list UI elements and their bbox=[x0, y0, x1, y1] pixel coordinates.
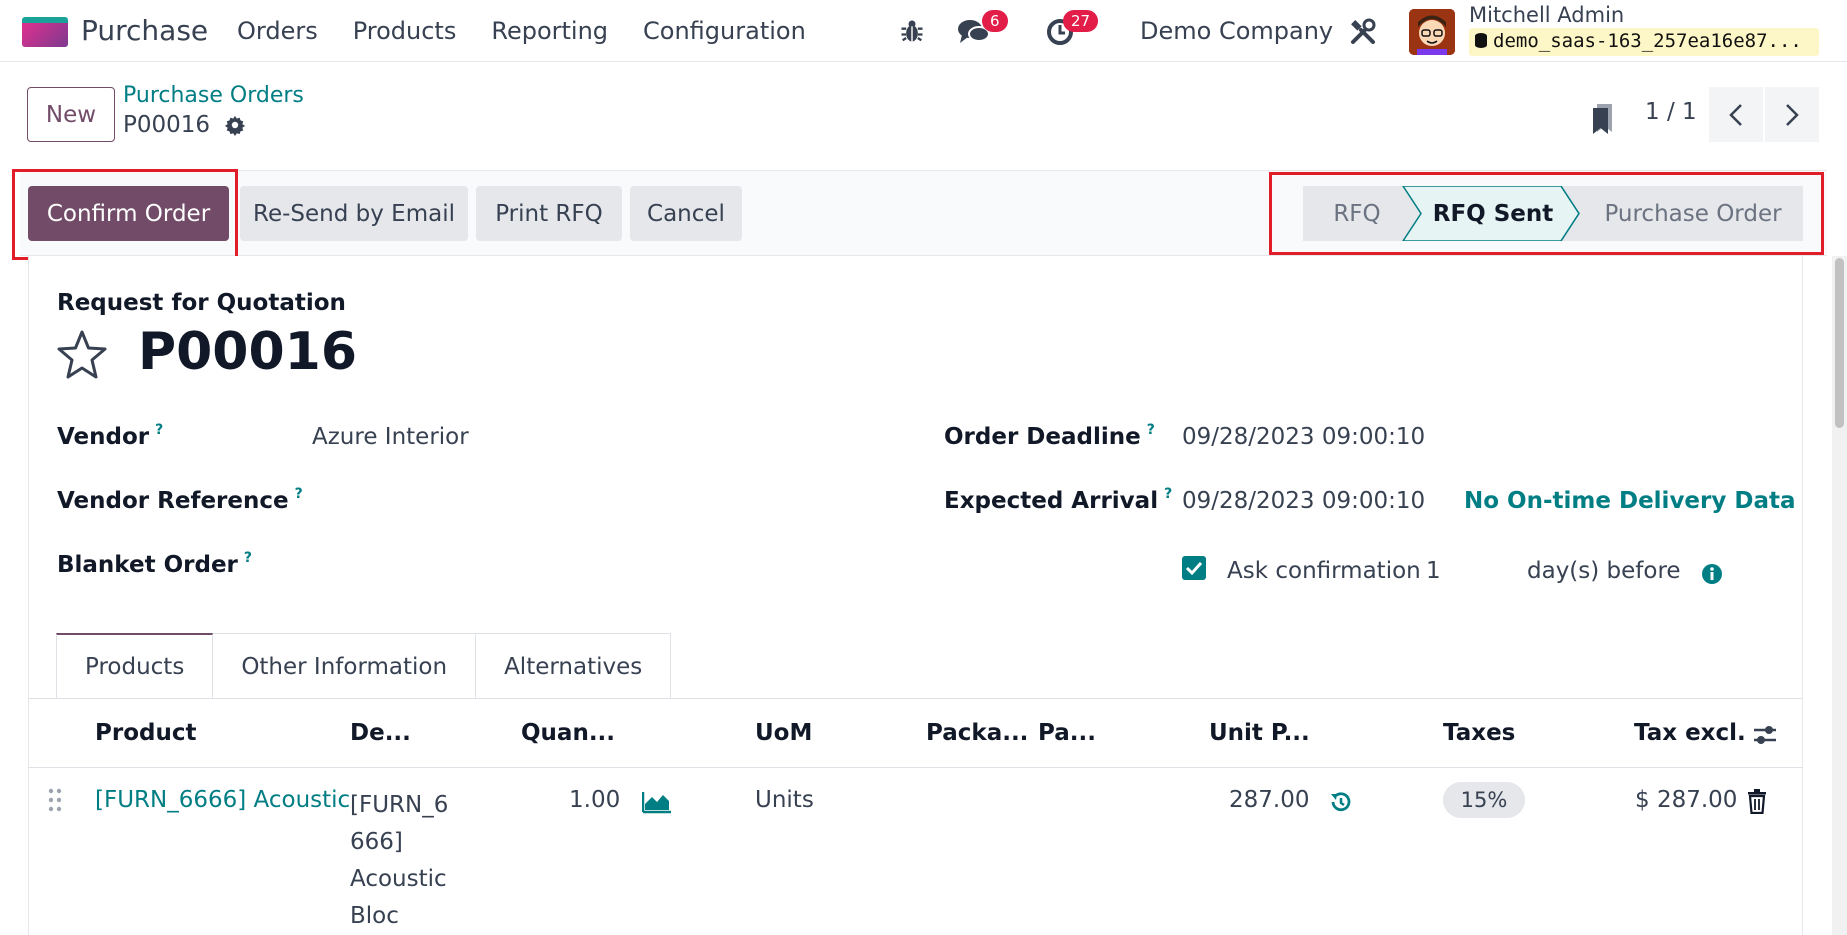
row-quantity[interactable]: 1.00 bbox=[569, 787, 620, 813]
top-navbar: Purchase Orders Products Reporting Confi… bbox=[0, 0, 1847, 62]
user-name[interactable]: Mitchell Admin bbox=[1469, 3, 1624, 27]
notebook-tabs: Products Other Information Alternatives bbox=[56, 633, 672, 699]
column-unit-price[interactable]: Unit P... bbox=[1209, 720, 1310, 746]
order-deadline-label: Order Deadline? bbox=[944, 422, 1155, 450]
tab-products[interactable]: Products bbox=[56, 633, 214, 699]
scrollbar-thumb[interactable] bbox=[1835, 258, 1844, 428]
column-packaging[interactable]: Packa... bbox=[926, 720, 1028, 746]
menu-reporting[interactable]: Reporting bbox=[491, 17, 608, 45]
pager-next-button[interactable] bbox=[1765, 87, 1819, 142]
user-avatar[interactable] bbox=[1409, 9, 1455, 55]
pager-previous-button[interactable] bbox=[1709, 87, 1763, 142]
print-rfq-button[interactable]: Print RFQ bbox=[476, 186, 622, 241]
main-menu: Orders Products Reporting Configuration bbox=[237, 17, 841, 45]
app-name[interactable]: Purchase bbox=[81, 14, 208, 47]
column-taxes[interactable]: Taxes bbox=[1443, 720, 1515, 746]
highlight-stages bbox=[1269, 172, 1824, 255]
drag-handle-icon[interactable] bbox=[48, 788, 62, 812]
row-description[interactable]: [FURN_6 666] Acoustic Bloc bbox=[350, 787, 448, 935]
menu-configuration[interactable]: Configuration bbox=[643, 17, 806, 45]
column-tax-excl[interactable]: Tax excl. bbox=[1634, 720, 1746, 746]
help-tooltip[interactable]: ? bbox=[1147, 422, 1155, 438]
chevron-left-icon bbox=[1729, 103, 1742, 126]
row-subtotal: $ 287.00 bbox=[1635, 787, 1738, 813]
gear-icon[interactable] bbox=[224, 114, 246, 136]
activities-count-badge: 27 bbox=[1063, 10, 1099, 32]
row-product[interactable]: [FURN_6666] Acoustic bbox=[95, 787, 350, 813]
order-deadline-field[interactable]: 09/28/2023 09:00:10 bbox=[1182, 424, 1425, 450]
forecast-chart-icon[interactable] bbox=[641, 790, 672, 814]
vendor-field[interactable]: Azure Interior bbox=[312, 424, 469, 450]
tabs-divider bbox=[28, 698, 1803, 699]
row-uom[interactable]: Units bbox=[755, 787, 814, 813]
row-description-line: [FURN_6 bbox=[350, 792, 449, 818]
purchase-app-icon[interactable] bbox=[22, 17, 68, 47]
info-icon[interactable] bbox=[1701, 563, 1723, 585]
ask-confirmation-checkbox[interactable] bbox=[1182, 556, 1206, 580]
company-switcher[interactable]: Demo Company bbox=[1140, 17, 1333, 45]
database-icon bbox=[1475, 33, 1487, 48]
vendor-reference-field[interactable] bbox=[312, 480, 872, 516]
highlight-confirm-order bbox=[12, 169, 238, 260]
record-name: P00016 bbox=[138, 322, 358, 382]
column-description[interactable]: De... bbox=[350, 720, 411, 746]
help-tooltip[interactable]: ? bbox=[295, 486, 303, 502]
vendor-label-text: Vendor bbox=[57, 424, 150, 450]
tools-icon[interactable] bbox=[1349, 18, 1377, 46]
row-description-line: Acoustic bbox=[350, 866, 447, 892]
breadcrumb-purchase-orders[interactable]: Purchase Orders bbox=[123, 83, 304, 108]
pager-value[interactable]: 1 / 1 bbox=[1645, 99, 1697, 125]
menu-products[interactable]: Products bbox=[353, 17, 457, 45]
column-quantity[interactable]: Quan... bbox=[521, 720, 615, 746]
help-tooltip[interactable]: ? bbox=[244, 550, 252, 566]
column-uom[interactable]: UoM bbox=[755, 720, 812, 746]
optional-columns-icon[interactable] bbox=[1752, 722, 1778, 748]
expected-arrival-label-text: Expected Arrival bbox=[944, 488, 1159, 514]
expected-arrival-field[interactable]: 09/28/2023 09:00:10 bbox=[1182, 488, 1425, 514]
messages-count-badge: 6 bbox=[982, 10, 1008, 32]
price-history-icon[interactable] bbox=[1329, 790, 1353, 814]
debug-bug-icon[interactable] bbox=[898, 17, 926, 45]
chevron-right-icon bbox=[1786, 103, 1799, 126]
row-description-line: 666] bbox=[350, 829, 403, 855]
tax-badge[interactable]: 15% bbox=[1443, 782, 1525, 818]
tab-alternatives[interactable]: Alternatives bbox=[476, 633, 672, 699]
bookmark-icon[interactable] bbox=[1590, 102, 1616, 138]
resend-email-button[interactable]: Re-Send by Email bbox=[240, 186, 468, 241]
help-tooltip[interactable]: ? bbox=[1164, 486, 1172, 502]
column-packaging-qty[interactable]: Pa... bbox=[1038, 720, 1096, 746]
star-icon[interactable] bbox=[55, 329, 109, 381]
vendor-label: Vendor? bbox=[57, 422, 163, 450]
vendor-reference-label: Vendor Reference? bbox=[57, 486, 303, 514]
expected-arrival-label: Expected Arrival? bbox=[944, 486, 1172, 514]
database-label: demo_saas-163_257ea16e87... bbox=[1493, 30, 1802, 52]
database-name: demo_saas-163_257ea16e87... bbox=[1469, 28, 1819, 56]
cancel-button[interactable]: Cancel bbox=[630, 186, 742, 241]
breadcrumb-current-label: P00016 bbox=[123, 112, 211, 138]
new-button[interactable]: New bbox=[27, 87, 115, 142]
ask-confirmation-days[interactable]: 1 bbox=[1426, 558, 1441, 584]
trash-icon[interactable] bbox=[1746, 788, 1768, 815]
tab-other-information[interactable]: Other Information bbox=[213, 633, 477, 699]
breadcrumb-current: P00016 bbox=[123, 112, 246, 138]
help-tooltip[interactable]: ? bbox=[155, 422, 163, 438]
document-type: Request for Quotation bbox=[57, 290, 346, 316]
row-description-line: Bloc bbox=[350, 903, 399, 929]
blanket-order-label-text: Blanket Order bbox=[57, 552, 238, 578]
menu-orders[interactable]: Orders bbox=[237, 17, 318, 45]
ask-confirmation-label: Ask confirmation bbox=[1227, 558, 1421, 584]
blanket-order-field[interactable] bbox=[312, 544, 872, 580]
days-before-label: day(s) before bbox=[1527, 558, 1681, 584]
order-deadline-label-text: Order Deadline bbox=[944, 424, 1141, 450]
row-unit-price[interactable]: 287.00 bbox=[1229, 787, 1309, 813]
column-product[interactable]: Product bbox=[95, 720, 196, 746]
blanket-order-label: Blanket Order? bbox=[57, 550, 252, 578]
vendor-reference-label-text: Vendor Reference bbox=[57, 488, 289, 514]
on-time-delivery-link[interactable]: No On-time Delivery Data bbox=[1464, 488, 1796, 514]
check-icon bbox=[1185, 561, 1203, 576]
